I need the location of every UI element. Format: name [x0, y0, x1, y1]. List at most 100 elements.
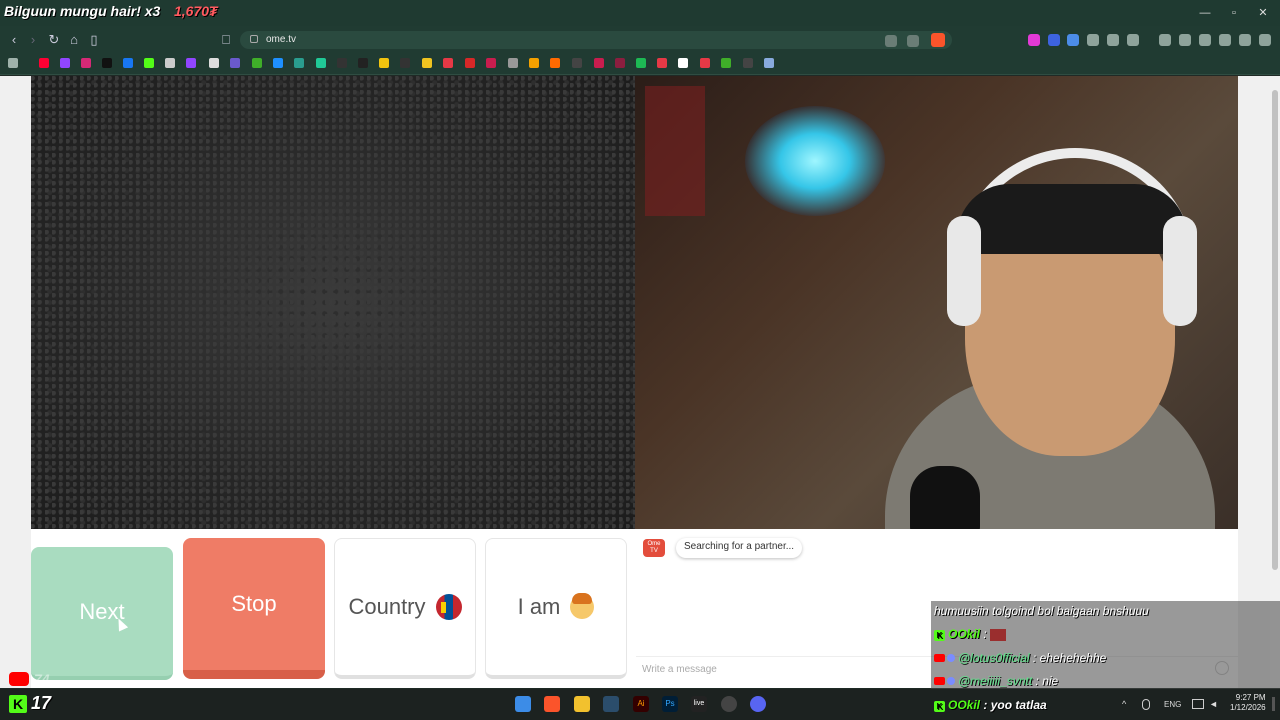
bookmark-icon-32[interactable] [700, 58, 710, 68]
bookmark-facebook-icon[interactable] [123, 58, 133, 68]
taskbar-discord-icon[interactable] [750, 696, 766, 712]
bookmark-icon-17[interactable] [379, 58, 389, 68]
gender-button[interactable]: I am [485, 538, 627, 679]
overlay-chat-line: K OOkil : yoo tatlaa [934, 698, 1047, 712]
bookmark-icon-24[interactable] [529, 58, 539, 68]
sidebar-icon[interactable] [1179, 34, 1191, 46]
taskbar-photoshop-icon[interactable]: Ps [662, 696, 678, 712]
boy-emoji-icon [570, 593, 595, 619]
cast-icon[interactable] [885, 35, 897, 47]
sidebar-toggle-icon[interactable]: ▯ [86, 32, 102, 48]
extensions-icon[interactable] [1087, 34, 1099, 46]
bookmark-icon-35[interactable] [764, 58, 774, 68]
volume-icon[interactable]: ◄ [1209, 699, 1218, 709]
bookmark-icon-9[interactable] [209, 58, 219, 68]
taskbar-obs-icon[interactable] [721, 696, 737, 712]
maximize-icon[interactable]: ▫ [1227, 6, 1241, 20]
bookmark-icon-27[interactable] [594, 58, 604, 68]
webcam-headphone-right [1163, 216, 1197, 326]
bookmark-icon-13[interactable] [294, 58, 304, 68]
bookmark-icon-33[interactable] [721, 58, 731, 68]
bookmark-instagram-icon[interactable] [81, 58, 91, 68]
bookmark-icon-12[interactable] [273, 58, 283, 68]
address-bar[interactable] [240, 31, 952, 49]
moderator-badge-icon [947, 677, 955, 685]
bookmark-icon-7[interactable] [165, 58, 175, 68]
ome-tv-logo: Ome TV [643, 539, 665, 557]
bookmark-icon-19[interactable] [422, 58, 432, 68]
bookmark-icon-20[interactable] [443, 58, 453, 68]
bookmark-kick-icon[interactable] [144, 58, 154, 68]
kick-badge-icon: K [934, 630, 945, 641]
overlay-chat-separator: : [980, 698, 991, 712]
bookmark-icon-25[interactable] [550, 58, 560, 68]
taskbar-file-explorer-icon[interactable] [574, 696, 590, 712]
extension-icon-1[interactable] [1028, 34, 1040, 46]
bookmark-icon-29[interactable] [636, 58, 646, 68]
extension-icon-2[interactable] [1048, 34, 1060, 46]
overlay-chat-user: OOkil [948, 698, 981, 712]
overlay-chat-line: @meiiiii_svntt : nie [934, 674, 1058, 688]
tab-grid-icon[interactable] [1127, 34, 1139, 46]
bookmark-icon-16[interactable] [358, 58, 368, 68]
tray-language[interactable]: ENG [1164, 700, 1181, 709]
bookmark-icon-22[interactable] [486, 58, 496, 68]
leo-ai-icon[interactable] [1219, 34, 1231, 46]
forward-icon[interactable]: › [25, 32, 41, 48]
stop-button-label: Stop [231, 591, 277, 616]
tray-clock[interactable]: 9:27 PM 1/12/2026 [1230, 693, 1266, 713]
wallet-icon[interactable] [1199, 34, 1211, 46]
bookmark-icon-10[interactable] [230, 58, 240, 68]
taskbar-brave-icon[interactable] [544, 696, 560, 712]
next-button[interactable]: Next [31, 547, 173, 680]
webcam-background-lamp [745, 106, 885, 216]
overlay-chat-separator: : [1029, 651, 1040, 665]
bookmark-icon-21[interactable] [465, 58, 475, 68]
bookmark-youtube-icon[interactable] [39, 58, 49, 68]
bookmark-icon-28[interactable] [615, 58, 625, 68]
apps-grid-icon[interactable] [8, 58, 18, 68]
bookmark-tiktok-icon[interactable] [102, 58, 112, 68]
taskbar-davinci-icon[interactable] [603, 696, 619, 712]
extension-icon-3[interactable] [1067, 34, 1079, 46]
bookmark-icon-11[interactable] [252, 58, 262, 68]
url-text[interactable]: ome.tv [266, 34, 296, 45]
scrollbar-thumb[interactable] [1272, 90, 1278, 570]
kick-badge-icon: K [934, 701, 945, 712]
microphone-icon[interactable] [1142, 699, 1150, 710]
bookmark-icon-23[interactable] [508, 58, 518, 68]
tray-overflow-icon[interactable]: ^ [1122, 699, 1126, 709]
screenshot-icon[interactable] [1107, 34, 1119, 46]
taskbar-illustrator-icon[interactable]: Ai [633, 696, 649, 712]
bookmark-icon-18[interactable] [400, 58, 410, 68]
bookmark-twitch-icon[interactable] [60, 58, 70, 68]
close-icon[interactable]: ✕ [1256, 6, 1270, 20]
bookmark-icon[interactable]: ⎕ [218, 32, 234, 48]
minimize-icon[interactable]: — [1198, 6, 1212, 20]
show-desktop-button[interactable] [1272, 697, 1275, 711]
bookmark-icon-31[interactable] [678, 58, 688, 68]
bookmark-icon-14[interactable] [316, 58, 326, 68]
reload-icon[interactable]: ↻ [46, 32, 62, 48]
brave-shields-icon[interactable] [931, 33, 945, 47]
bookmark-icon-34[interactable] [743, 58, 753, 68]
site-info-icon[interactable] [250, 35, 258, 43]
bookmark-icon-15[interactable] [337, 58, 347, 68]
taskbar-live-icon[interactable]: live [691, 696, 707, 712]
network-icon[interactable] [1192, 699, 1204, 709]
tray-time: 9:27 PM [1235, 693, 1266, 702]
stream-overlay-title: Bilguun mungu hair! x3 [4, 3, 161, 19]
home-icon[interactable]: ⌂ [66, 32, 82, 48]
bookmark-icon-8[interactable] [186, 58, 196, 68]
music-icon[interactable] [1159, 34, 1171, 46]
stop-button[interactable]: Stop [183, 538, 325, 679]
share-icon[interactable] [907, 35, 919, 47]
country-button[interactable]: Country [334, 538, 476, 679]
bookmark-icon-26[interactable] [572, 58, 582, 68]
overlay-chat-line: K OOkil : [934, 627, 1007, 641]
menu-icon[interactable] [1259, 34, 1271, 46]
back-icon[interactable]: ‹ [6, 32, 22, 48]
bookmark-icon-30[interactable] [657, 58, 667, 68]
windows-start-icon[interactable] [515, 696, 531, 712]
vpn-icon[interactable] [1239, 34, 1251, 46]
